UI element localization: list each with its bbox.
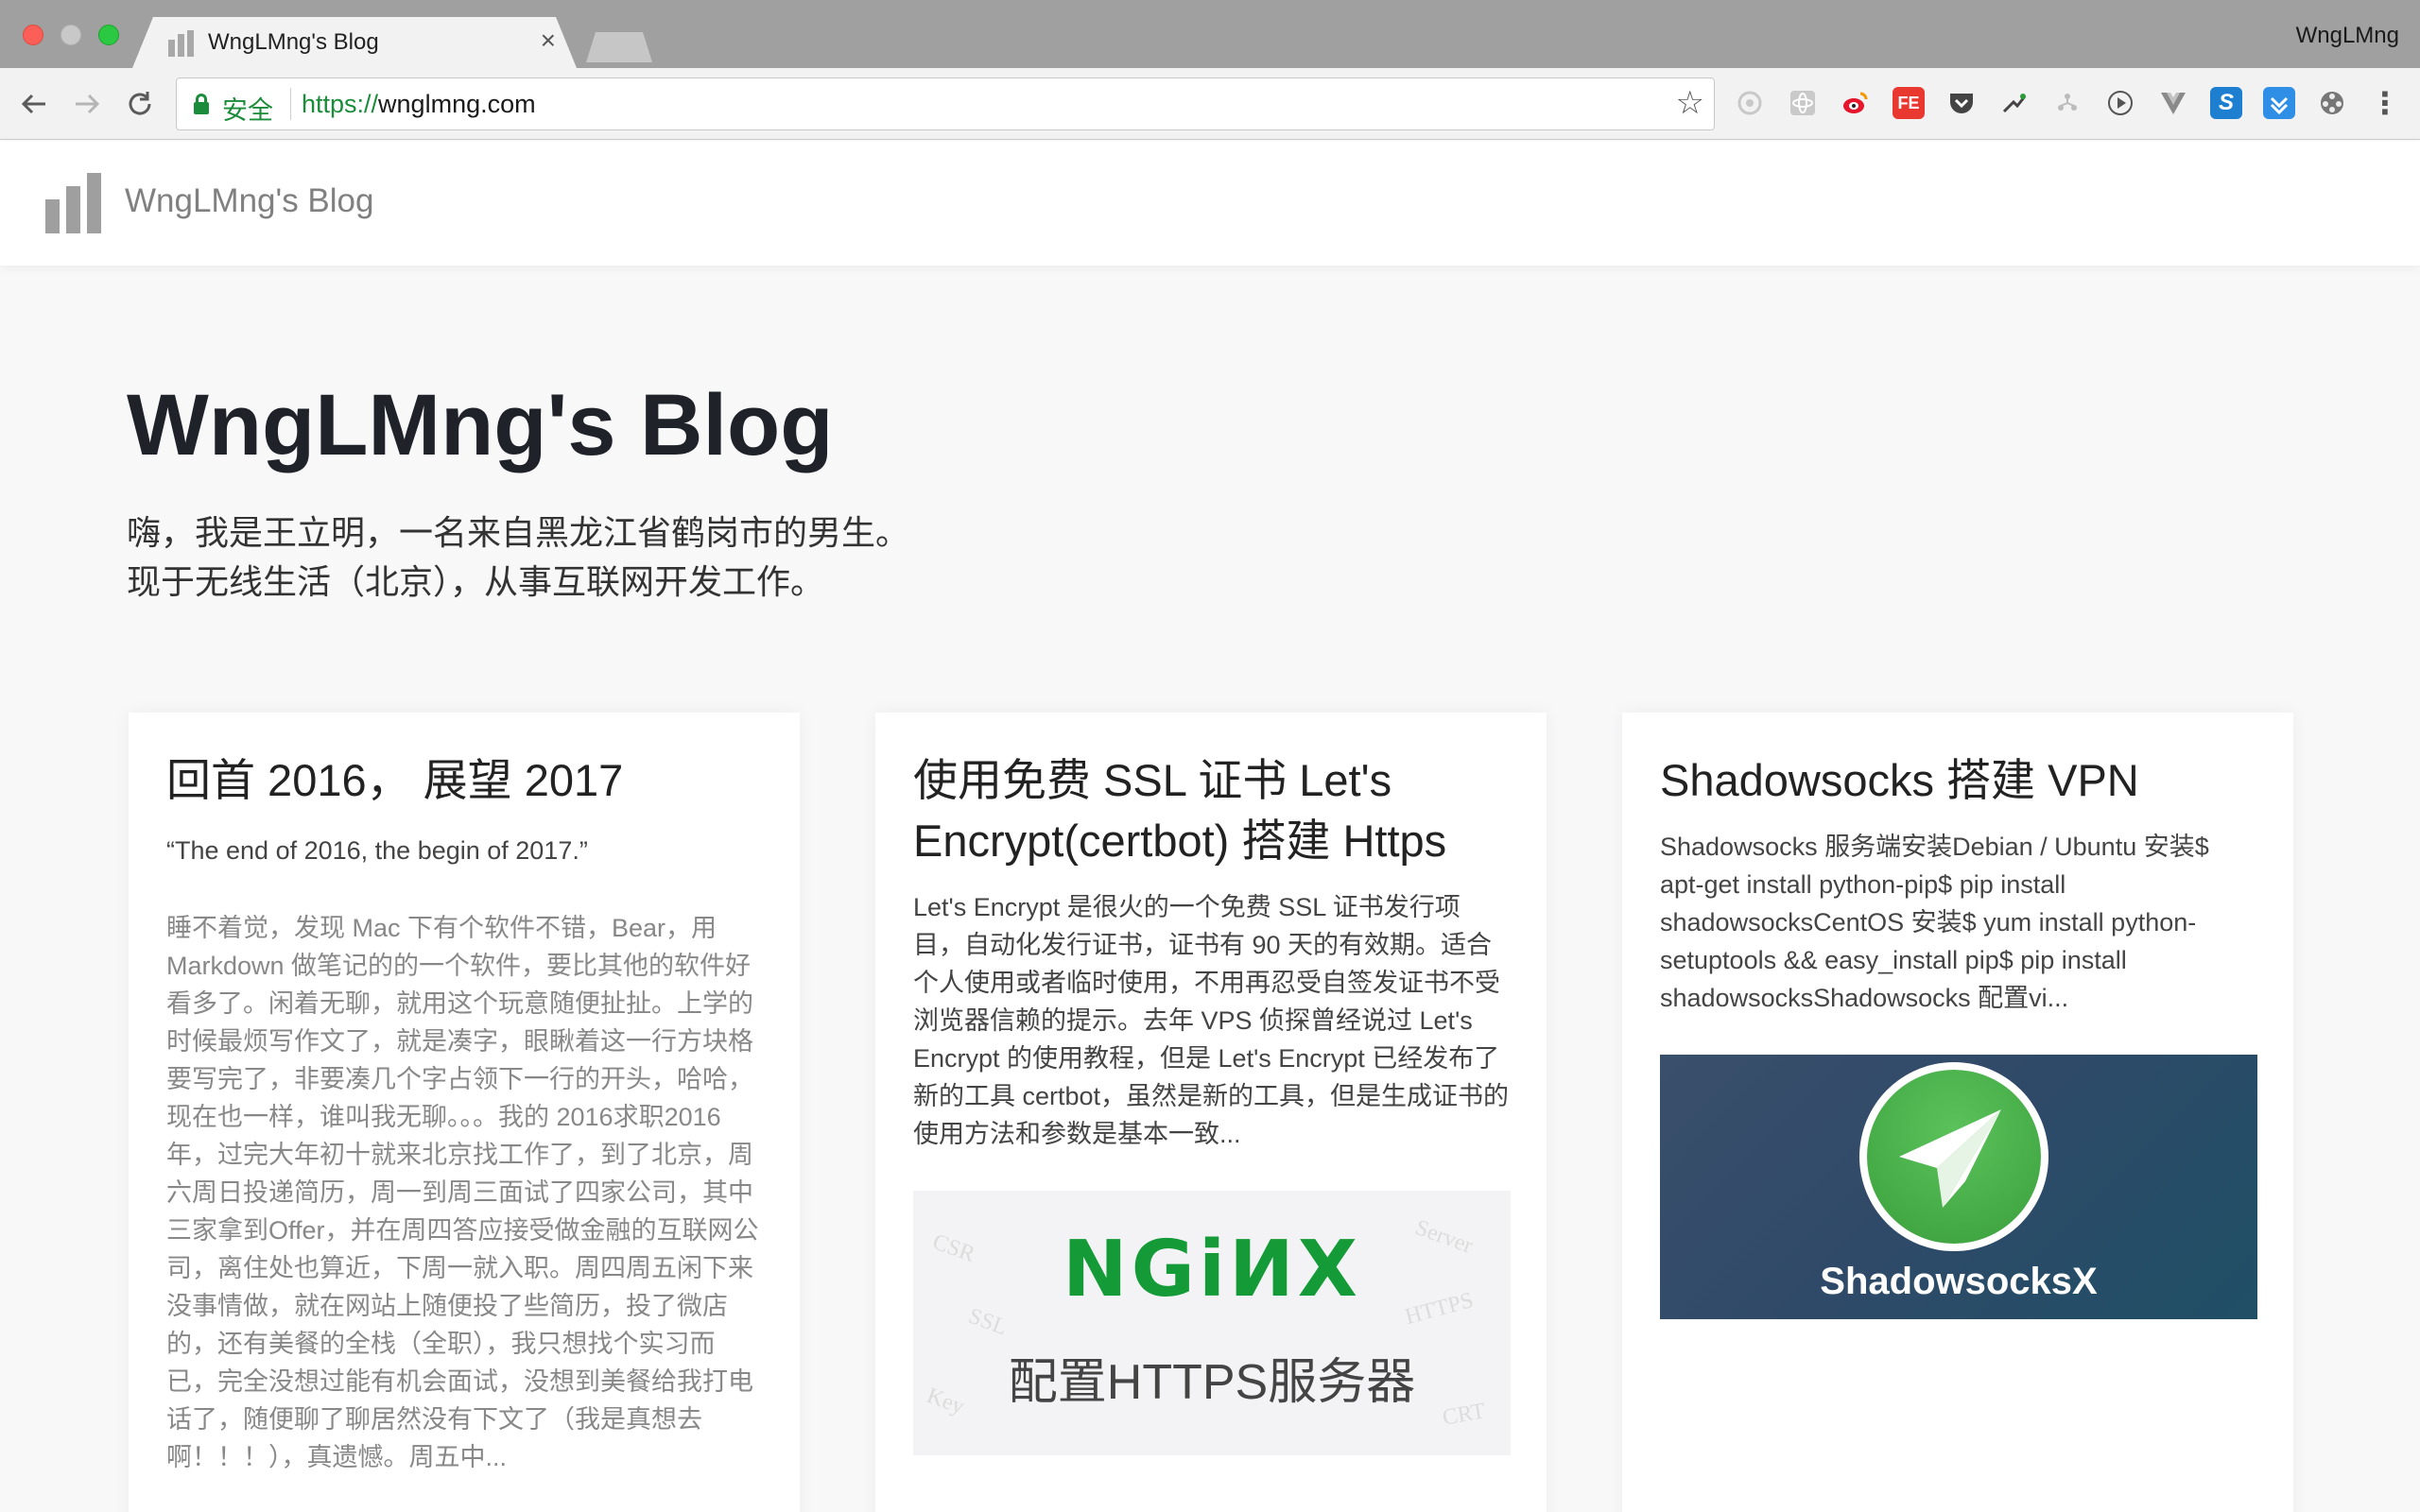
site-header: WngLMng's Blog [0,141,2420,266]
pocket-extension-icon[interactable] [1945,87,1978,119]
shadowsocks-logo [1859,1062,2048,1251]
new-tab-button[interactable] [586,32,652,62]
sogou-extension-icon[interactable]: S [2210,87,2242,119]
post-title[interactable]: Shadowsocks 搭建 VPN [1660,750,2257,811]
download-extension-icon[interactable] [2263,87,2295,119]
reload-icon[interactable] [121,85,159,123]
omnibox-divider [290,88,291,120]
film-extension-icon[interactable] [2316,87,2348,119]
cover-caption: ShadowsocksX [1820,1261,2098,1302]
play-extension-icon[interactable] [2104,87,2136,119]
hero-description-line-1: 嗨，我是王立明，一名来自黑龙江省鹤岗市的男生。 [127,513,910,552]
tab-close-icon[interactable]: × [541,26,556,56]
post-title[interactable]: 回首 2016， 展望 2017 [166,750,764,811]
nginx-logo: NGiИX [1063,1225,1361,1314]
vue-devtools-extension-icon[interactable] [2157,87,2189,119]
back-arrow-icon[interactable] [15,85,53,123]
url-text[interactable]: https://wnglmng.com [302,90,536,119]
url-scheme: https:// [302,90,379,118]
browser-toolbar: 安全 https://wnglmng.com ☆ FE S ⋮ [0,68,2420,140]
proxy-switch-extension-icon[interactable] [1998,87,2031,119]
site-name-link[interactable]: WngLMng's Blog [125,182,373,220]
react-devtools-extension-icon[interactable] [1787,87,1819,119]
post-card-ssl[interactable]: 使用免费 SSL 证书 Let's Encrypt(certbot) 搭建 Ht… [875,713,1547,1512]
tree-extension-icon[interactable] [2051,87,2083,119]
browser-tab-active[interactable]: WngLMng's Blog × [132,17,577,68]
cover-caption: 配置HTTPS服务器 [1008,1355,1416,1410]
window-minimize-button[interactable] [60,25,81,45]
secure-label: 安全 [222,96,273,125]
paper-plane-icon [1899,1109,2001,1208]
post-cover-image[interactable]: CSR SSL Key Server HTTPS CRT NGiИX 配置HTT… [913,1191,1511,1455]
address-bar[interactable]: 安全 https://wnglmng.com ☆ [176,77,1715,130]
post-card-2016[interactable]: 回首 2016， 展望 2017 “The end of 2016, the b… [129,713,800,1512]
url-host: wnglmng.com [378,90,536,118]
site-logo[interactable] [45,173,102,233]
menu-dots-icon[interactable]: ⋮ [2369,86,2401,120]
star-icon[interactable]: ☆ [1676,84,1704,122]
hero-description: 嗨，我是王立明，一名来自黑龙江省鹤岗市的男生。 现于无线生活（北京），从事互联网… [127,508,909,607]
post-title[interactable]: 使用免费 SSL 证书 Let's Encrypt(certbot) 搭建 Ht… [913,750,1511,871]
post-subtitle: “The end of 2016, the begin of 2017.” [166,836,588,865]
forward-arrow-icon[interactable] [68,85,106,123]
fe-helper-extension-icon[interactable]: FE [1893,87,1925,119]
weibo-extension-icon[interactable] [1840,87,1872,119]
post-excerpt: Let's Encrypt 是很火的一个免费 SSL 证书发行项目，自动化发行证… [913,893,1510,1148]
post-excerpt: Shadowsocks 服务端安装Debian / Ubuntu 安装$ apt… [1660,833,2209,1012]
vimium-extension-icon[interactable] [1734,87,1766,119]
hero-description-line-2: 现于无线生活（北京），从事互联网开发工作。 [127,562,825,601]
lock-icon [194,94,209,114]
post-cover-image[interactable]: ShadowsocksX [1660,1055,2257,1319]
tab-title: WngLMng's Blog [208,29,379,55]
post-excerpt: 睡不着觉，发现 Mac 下有个软件不错，Bear，用 Markdown 做笔记的… [166,914,759,1471]
hero-title: WngLMng's Blog [127,377,834,473]
window-close-button[interactable] [23,25,43,45]
window-maximize-button[interactable] [98,25,119,45]
profile-name[interactable]: WngLMng [2296,23,2399,49]
post-card-shadowsocks[interactable]: Shadowsocks 搭建 VPN Shadowsocks 服务端安装Debi… [1622,713,2293,1512]
site-favicon-icon [168,30,197,57]
browser-titlebar: WngLMng's Blog × WngLMng [0,0,2420,68]
